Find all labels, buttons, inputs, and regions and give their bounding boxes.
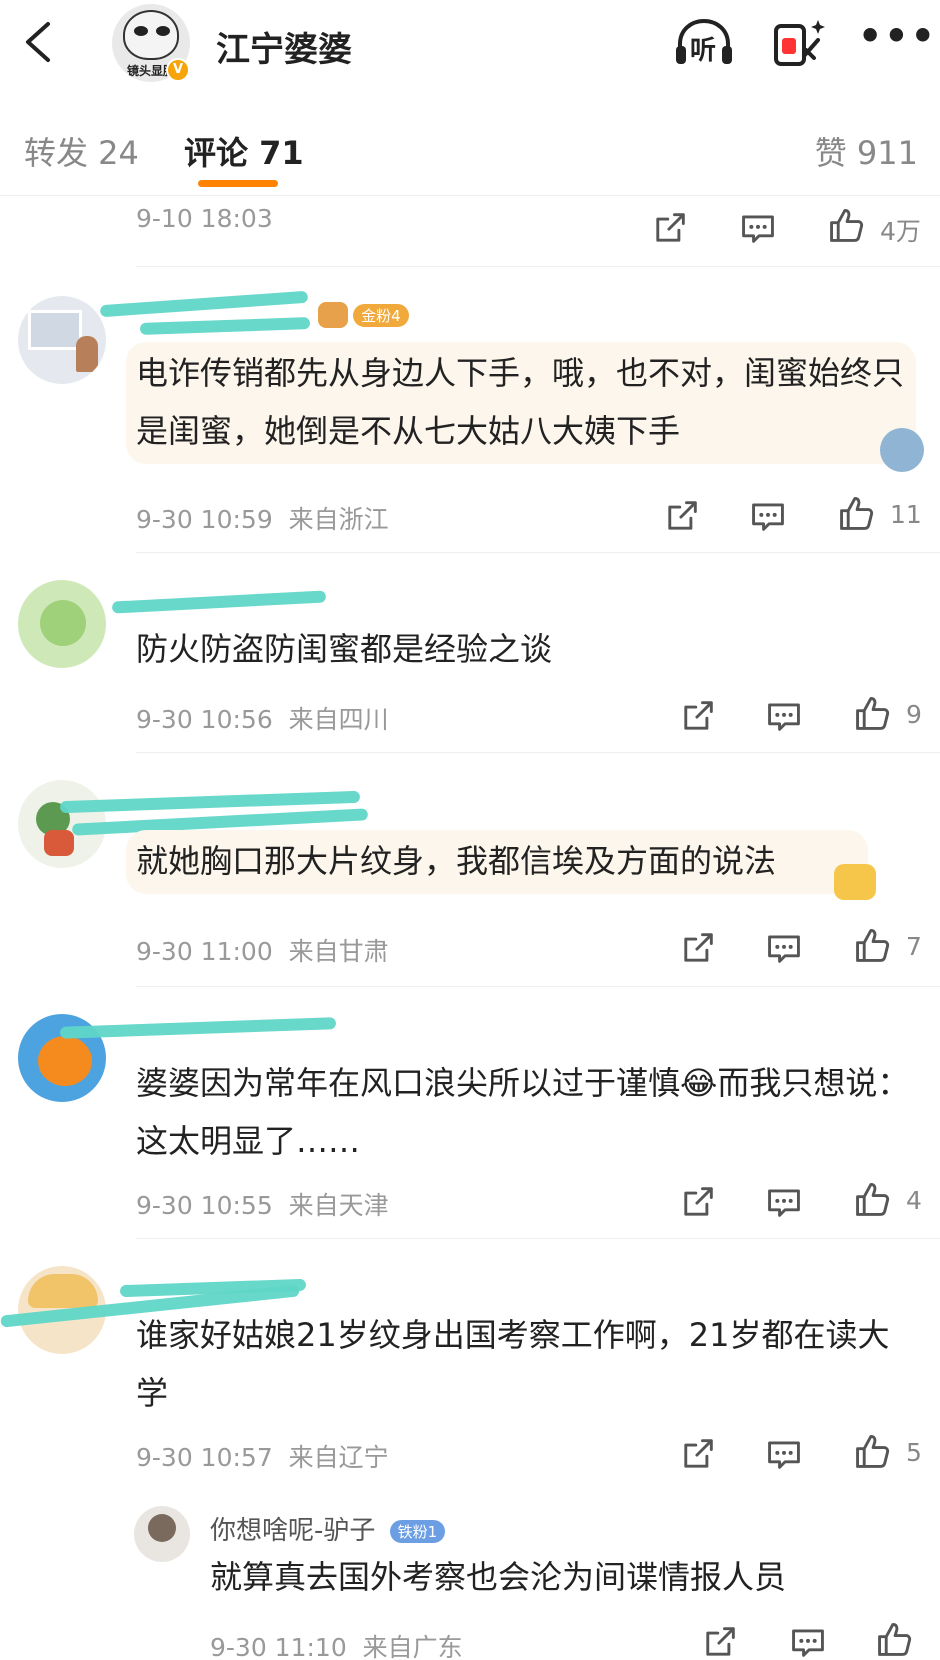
avatar-picture — [76, 336, 98, 372]
redaction-scribble — [99, 290, 309, 318]
more-options-button[interactable]: ••• — [858, 16, 935, 72]
comment-location: 来自浙江 — [288, 505, 389, 534]
avatar-eye — [156, 26, 170, 36]
share-icon[interactable] — [678, 928, 718, 968]
comment-text[interactable]: 婆婆因为常年在风口浪尖所以过于谨慎😂而我只想说：这太明显了…… — [136, 1054, 916, 1170]
share-icon[interactable] — [678, 696, 718, 736]
thumb-up-icon[interactable] — [852, 926, 892, 966]
comment-time: 9-30 10:57 — [136, 1443, 273, 1472]
comment-meta: 9-30 10:55 来自天津 — [136, 1186, 389, 1222]
active-tab-indicator — [198, 180, 278, 187]
share-icon[interactable] — [678, 1434, 718, 1474]
author-name[interactable]: 江宁婆婆 — [216, 22, 352, 71]
crown-icon — [318, 302, 348, 328]
medal-sticker-icon — [834, 864, 876, 900]
red-packet-icon — [774, 20, 825, 66]
thumb-up-icon[interactable] — [836, 494, 876, 534]
avatar-picture — [28, 1274, 98, 1308]
tab-comment[interactable]: 评论 71 — [184, 128, 304, 174]
reply-name: 你想啥呢-驴子 — [210, 1516, 376, 1546]
comment-icon[interactable] — [748, 496, 788, 536]
avatar-picture — [28, 310, 82, 350]
tab-repost[interactable]: 转发 24 — [24, 128, 139, 174]
comment-location: 来自天津 — [288, 1191, 389, 1220]
thumb-up-icon[interactable] — [852, 1180, 892, 1220]
comment-text[interactable]: 谁家好姑娘21岁纹身出国考察工作啊，21岁都在读大学 — [136, 1306, 916, 1422]
like-count: 4万 — [880, 217, 921, 246]
comment-time: 9-10 18:03 — [136, 204, 273, 233]
comment-meta: 9-30 10:57 来自辽宁 — [136, 1438, 389, 1474]
reply-avatar[interactable] — [134, 1506, 190, 1562]
reply-author[interactable]: 你想啥呢-驴子 铁粉1 — [210, 1510, 446, 1547]
avatar-eye — [134, 26, 148, 36]
comment-meta: 9-30 10:59 来自浙江 — [136, 500, 389, 536]
share-icon[interactable] — [662, 496, 702, 536]
like-count: 9 — [906, 700, 922, 729]
comment-location: 来自辽宁 — [288, 1443, 389, 1472]
like-count: 7 — [906, 932, 922, 961]
comment-time: 9-30 11:00 — [136, 937, 273, 966]
comment-text[interactable]: 防火防盗防闺蜜都是经验之谈 — [136, 620, 916, 678]
like-count: 4 — [906, 1186, 922, 1215]
listen-label: 听 — [690, 36, 717, 66]
thumb-up-icon[interactable] — [874, 1620, 914, 1660]
divider — [136, 266, 940, 267]
thumb-up-icon[interactable] — [826, 206, 866, 246]
reply-time: 9-30 11:10 — [210, 1633, 347, 1660]
reply-location: 来自广东 — [362, 1633, 463, 1660]
avatar-picture — [148, 1514, 176, 1542]
tab-like[interactable]: 赞 911 — [815, 128, 918, 174]
redaction-scribble — [139, 317, 311, 335]
divider — [136, 752, 940, 753]
redaction-scribble — [111, 590, 327, 614]
chevron-left-icon[interactable] — [18, 20, 58, 64]
commenter-avatar[interactable] — [18, 296, 106, 384]
like-count: 5 — [906, 1438, 922, 1467]
comment-icon[interactable] — [764, 1182, 804, 1222]
comment-location: 来自四川 — [288, 705, 389, 734]
comment-meta: 9-30 10:56 来自四川 — [136, 700, 389, 736]
fan-badge: 金粉4 — [353, 303, 409, 327]
panda-face-image — [123, 10, 179, 60]
comment-icon[interactable] — [788, 1622, 828, 1660]
avatar-picture — [38, 1036, 92, 1086]
user-badge: 金粉4 — [318, 302, 409, 328]
comment-time: 9-30 10:56 — [136, 705, 273, 734]
comment-icon[interactable] — [764, 1434, 804, 1474]
comment-icon[interactable] — [764, 928, 804, 968]
avatar-picture — [44, 830, 74, 856]
shark-sticker-icon — [880, 428, 924, 472]
divider — [136, 986, 940, 987]
comment-time: 9-30 10:59 — [136, 505, 273, 534]
listen-button[interactable]: 听 — [672, 16, 736, 72]
comment-meta: 9-30 11:00 来自甘肃 — [136, 932, 389, 968]
comment-text[interactable]: 就她胸口那大片纹身，我都信埃及方面的说法 — [136, 832, 916, 890]
comment-icon[interactable] — [738, 208, 778, 248]
share-icon[interactable] — [700, 1622, 740, 1660]
tab-bar: 转发 24 评论 71 赞 911 — [0, 100, 940, 196]
share-icon[interactable] — [678, 1182, 718, 1222]
verified-badge-icon: V — [166, 58, 190, 82]
comment-icon[interactable] — [764, 696, 804, 736]
avatar-picture — [40, 600, 86, 646]
redaction-scribble — [59, 1017, 337, 1039]
comment-location: 来自甘肃 — [288, 937, 389, 966]
redaction-scribble — [59, 790, 361, 814]
thumb-up-icon[interactable] — [852, 694, 892, 734]
comment-text[interactable]: 电诈传销都先从身边人下手，哦，也不对，闺蜜始终只是闺蜜，她倒是不从七大姑八大姨下… — [136, 344, 916, 460]
thumb-up-icon[interactable] — [852, 1432, 892, 1472]
share-icon[interactable] — [650, 208, 690, 248]
divider — [136, 1238, 940, 1239]
commenter-avatar[interactable] — [18, 580, 106, 668]
top-bar: 镜头显脸 V 江宁婆婆 听 ••• — [0, 0, 940, 92]
fan-badge: 铁粉1 — [389, 1520, 446, 1543]
like-count: 11 — [890, 500, 922, 529]
comment-time: 9-30 10:55 — [136, 1191, 273, 1220]
reply-meta: 9-30 11:10 来自广东 — [210, 1628, 463, 1660]
divider — [136, 552, 940, 553]
reply-text[interactable]: 就算真去国外考察也会沦为间谍情报人员 — [210, 1552, 910, 1598]
red-packet-button[interactable] — [770, 16, 834, 72]
